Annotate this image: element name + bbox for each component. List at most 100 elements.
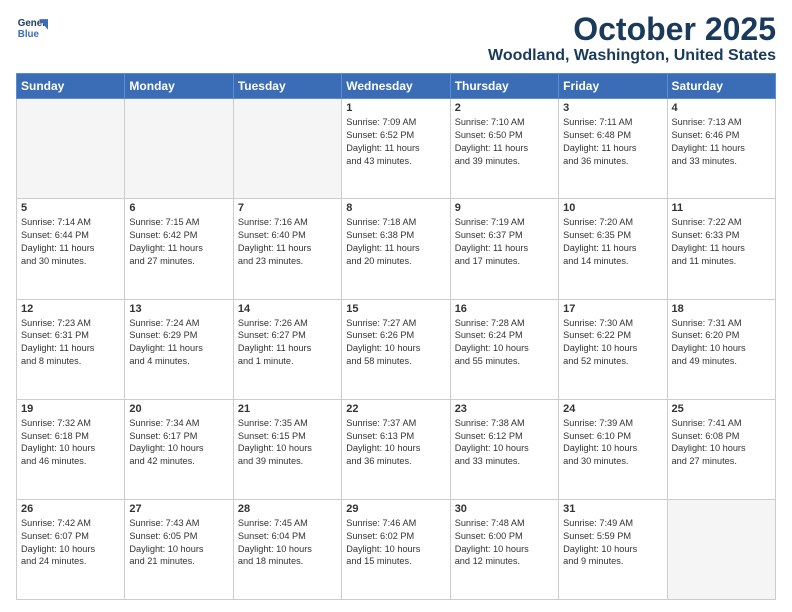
day-info: Sunrise: 7:11 AM Sunset: 6:48 PM Dayligh… [563, 116, 662, 168]
day-info: Sunrise: 7:23 AM Sunset: 6:31 PM Dayligh… [21, 317, 120, 369]
calendar-cell: 19 Sunrise: 7:32 AM Sunset: 6:18 PM Dayli… [17, 399, 125, 499]
day-info: Sunrise: 7:20 AM Sunset: 6:35 PM Dayligh… [563, 216, 662, 268]
calendar-cell [233, 99, 341, 199]
calendar-cell: 24 Sunrise: 7:39 AM Sunset: 6:10 PM Dayli… [559, 399, 667, 499]
calendar-week-3: 19 Sunrise: 7:32 AM Sunset: 6:18 PM Dayli… [17, 399, 776, 499]
calendar-cell: 20 Sunrise: 7:34 AM Sunset: 6:17 PM Dayli… [125, 399, 233, 499]
day-number: 11 [672, 202, 771, 214]
calendar-cell: 6Sunrise: 7:15 AM Sunset: 6:42 PM Daylig… [125, 199, 233, 299]
day-number: 9 [455, 202, 554, 214]
calendar-cell: 5 Sunrise: 7:14 AM Sunset: 6:44 PM Daylig… [17, 199, 125, 299]
day-number: 22 [346, 403, 445, 415]
day-info: Sunrise: 7:16 AM Sunset: 6:40 PM Dayligh… [238, 216, 337, 268]
day-info: Sunrise: 7:45 AM Sunset: 6:04 PM Dayligh… [238, 517, 337, 569]
day-number: 27 [129, 503, 228, 515]
logo-icon: General Blue [16, 12, 48, 44]
day-info: Sunrise: 7:34 AM Sunset: 6:17 PM Dayligh… [129, 417, 228, 469]
month-title: October 2025 [488, 12, 776, 47]
calendar-cell: 16Sunrise: 7:28 AM Sunset: 6:24 PM Dayli… [450, 299, 558, 399]
day-info: Sunrise: 7:22 AM Sunset: 6:33 PM Dayligh… [672, 216, 771, 268]
day-number: 8 [346, 202, 445, 214]
col-wednesday: Wednesday [342, 74, 450, 99]
calendar-cell: 13Sunrise: 7:24 AM Sunset: 6:29 PM Dayli… [125, 299, 233, 399]
calendar-cell: 3 Sunrise: 7:11 AM Sunset: 6:48 PM Daylig… [559, 99, 667, 199]
day-info: Sunrise: 7:38 AM Sunset: 6:12 PM Dayligh… [455, 417, 554, 469]
location-title: Woodland, Washington, United States [488, 47, 776, 65]
day-info: Sunrise: 7:10 AM Sunset: 6:50 PM Dayligh… [455, 116, 554, 168]
calendar-cell: 30Sunrise: 7:48 AM Sunset: 6:00 PM Dayli… [450, 499, 558, 599]
calendar-table: Sunday Monday Tuesday Wednesday Thursday… [16, 73, 776, 600]
calendar-cell: 1 Sunrise: 7:09 AM Sunset: 6:52 PM Daylig… [342, 99, 450, 199]
calendar-cell: 22 Sunrise: 7:37 AM Sunset: 6:13 PM Dayli… [342, 399, 450, 499]
day-info: Sunrise: 7:48 AM Sunset: 6:00 PM Dayligh… [455, 517, 554, 569]
page: General Blue October 2025 Woodland, Wash… [0, 0, 792, 612]
calendar-cell [125, 99, 233, 199]
calendar-cell: 9Sunrise: 7:19 AM Sunset: 6:37 PM Daylig… [450, 199, 558, 299]
day-number: 14 [238, 303, 337, 315]
day-info: Sunrise: 7:30 AM Sunset: 6:22 PM Dayligh… [563, 317, 662, 369]
day-number: 5 [21, 202, 120, 214]
day-number: 23 [455, 403, 554, 415]
calendar-cell: 4 Sunrise: 7:13 AM Sunset: 6:46 PM Daylig… [667, 99, 775, 199]
col-sunday: Sunday [17, 74, 125, 99]
col-saturday: Saturday [667, 74, 775, 99]
day-number: 12 [21, 303, 120, 315]
calendar-cell: 17 Sunrise: 7:30 AM Sunset: 6:22 PM Dayli… [559, 299, 667, 399]
calendar-cell: 10Sunrise: 7:20 AM Sunset: 6:35 PM Dayli… [559, 199, 667, 299]
calendar-cell: 8 Sunrise: 7:18 AM Sunset: 6:38 PM Daylig… [342, 199, 450, 299]
day-number: 17 [563, 303, 662, 315]
day-number: 29 [346, 503, 445, 515]
day-info: Sunrise: 7:13 AM Sunset: 6:46 PM Dayligh… [672, 116, 771, 168]
day-info: Sunrise: 7:46 AM Sunset: 6:02 PM Dayligh… [346, 517, 445, 569]
calendar-cell: 26Sunrise: 7:42 AM Sunset: 6:07 PM Dayli… [17, 499, 125, 599]
calendar-cell: 25Sunrise: 7:41 AM Sunset: 6:08 PM Dayli… [667, 399, 775, 499]
day-info: Sunrise: 7:39 AM Sunset: 6:10 PM Dayligh… [563, 417, 662, 469]
day-number: 19 [21, 403, 120, 415]
col-monday: Monday [125, 74, 233, 99]
day-number: 21 [238, 403, 337, 415]
day-number: 26 [21, 503, 120, 515]
day-info: Sunrise: 7:15 AM Sunset: 6:42 PM Dayligh… [129, 216, 228, 268]
day-info: Sunrise: 7:26 AM Sunset: 6:27 PM Dayligh… [238, 317, 337, 369]
day-number: 13 [129, 303, 228, 315]
calendar-cell: 18Sunrise: 7:31 AM Sunset: 6:20 PM Dayli… [667, 299, 775, 399]
calendar-week-0: 1 Sunrise: 7:09 AM Sunset: 6:52 PM Daylig… [17, 99, 776, 199]
day-info: Sunrise: 7:43 AM Sunset: 6:05 PM Dayligh… [129, 517, 228, 569]
calendar-cell: 11 Sunrise: 7:22 AM Sunset: 6:33 PM Dayli… [667, 199, 775, 299]
day-info: Sunrise: 7:41 AM Sunset: 6:08 PM Dayligh… [672, 417, 771, 469]
day-info: Sunrise: 7:18 AM Sunset: 6:38 PM Dayligh… [346, 216, 445, 268]
calendar-cell [17, 99, 125, 199]
calendar-week-2: 12 Sunrise: 7:23 AM Sunset: 6:31 PM Dayli… [17, 299, 776, 399]
day-number: 28 [238, 503, 337, 515]
logo: General Blue [16, 12, 48, 44]
day-number: 2 [455, 102, 554, 114]
calendar-cell: 12 Sunrise: 7:23 AM Sunset: 6:31 PM Dayli… [17, 299, 125, 399]
calendar-cell: 31Sunrise: 7:49 AM Sunset: 5:59 PM Dayli… [559, 499, 667, 599]
day-info: Sunrise: 7:32 AM Sunset: 6:18 PM Dayligh… [21, 417, 120, 469]
calendar-cell: 7 Sunrise: 7:16 AM Sunset: 6:40 PM Daylig… [233, 199, 341, 299]
calendar-cell: 15Sunrise: 7:27 AM Sunset: 6:26 PM Dayli… [342, 299, 450, 399]
day-info: Sunrise: 7:27 AM Sunset: 6:26 PM Dayligh… [346, 317, 445, 369]
day-number: 18 [672, 303, 771, 315]
calendar-cell: 21 Sunrise: 7:35 AM Sunset: 6:15 PM Dayli… [233, 399, 341, 499]
day-number: 3 [563, 102, 662, 114]
svg-text:Blue: Blue [18, 29, 40, 40]
day-number: 20 [129, 403, 228, 415]
calendar-cell: 27 Sunrise: 7:43 AM Sunset: 6:05 PM Dayli… [125, 499, 233, 599]
calendar-cell: 29 Sunrise: 7:46 AM Sunset: 6:02 PM Dayli… [342, 499, 450, 599]
day-info: Sunrise: 7:09 AM Sunset: 6:52 PM Dayligh… [346, 116, 445, 168]
col-friday: Friday [559, 74, 667, 99]
day-info: Sunrise: 7:49 AM Sunset: 5:59 PM Dayligh… [563, 517, 662, 569]
day-info: Sunrise: 7:37 AM Sunset: 6:13 PM Dayligh… [346, 417, 445, 469]
day-number: 16 [455, 303, 554, 315]
day-number: 1 [346, 102, 445, 114]
col-thursday: Thursday [450, 74, 558, 99]
day-number: 4 [672, 102, 771, 114]
day-number: 24 [563, 403, 662, 415]
title-block: October 2025 Woodland, Washington, Unite… [488, 12, 776, 65]
day-number: 7 [238, 202, 337, 214]
calendar-cell: 14 Sunrise: 7:26 AM Sunset: 6:27 PM Dayli… [233, 299, 341, 399]
calendar-cell: 23 Sunrise: 7:38 AM Sunset: 6:12 PM Dayli… [450, 399, 558, 499]
day-info: Sunrise: 7:14 AM Sunset: 6:44 PM Dayligh… [21, 216, 120, 268]
day-info: Sunrise: 7:35 AM Sunset: 6:15 PM Dayligh… [238, 417, 337, 469]
